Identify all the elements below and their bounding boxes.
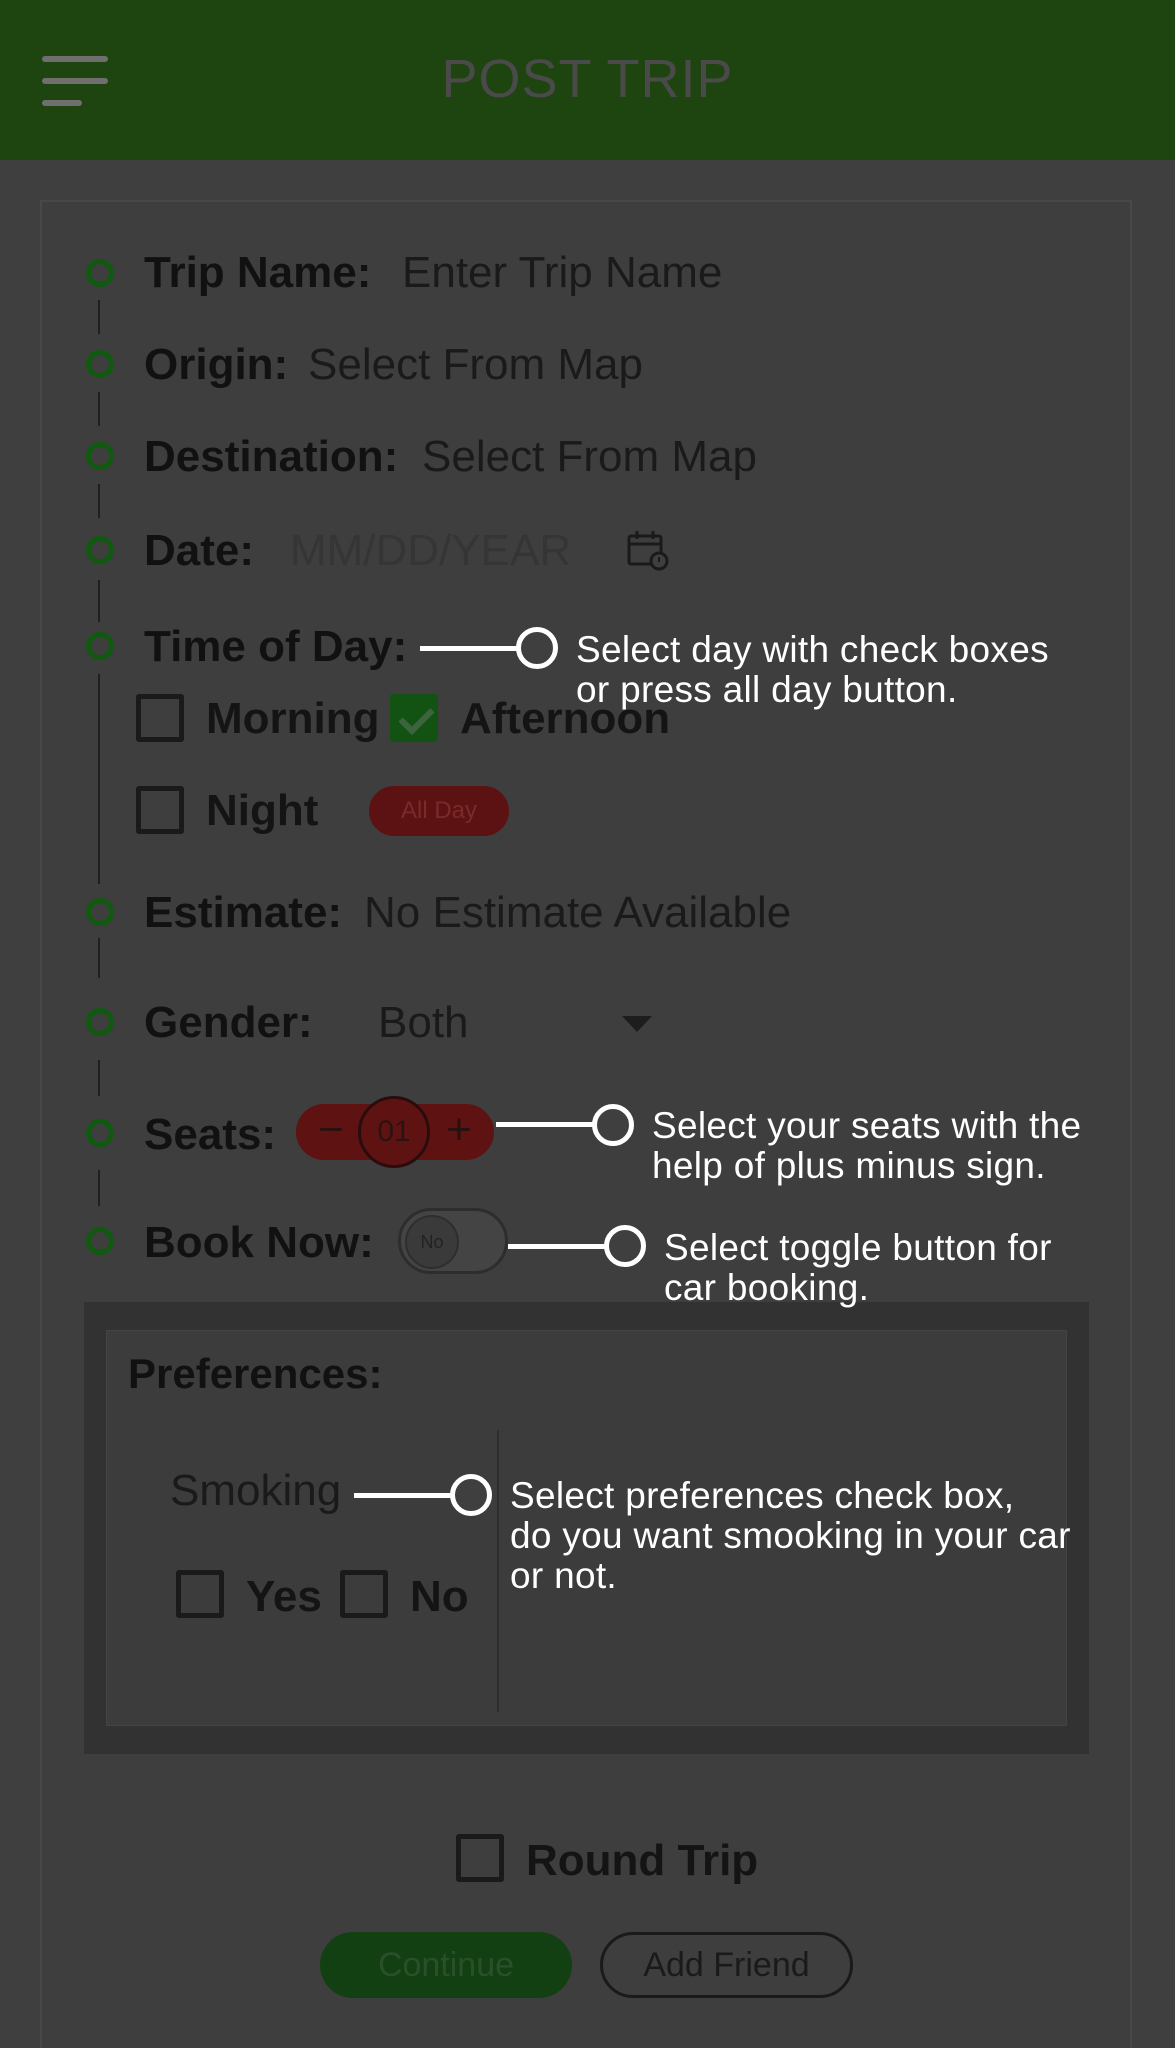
add-friend-button[interactable]: Add Friend [600, 1932, 853, 1998]
timeline-dot [86, 259, 114, 287]
timeline-dot [86, 350, 114, 378]
callout-line [420, 646, 520, 651]
smoking-no-checkbox[interactable] [340, 1570, 388, 1618]
timeline-dot [86, 1227, 114, 1255]
all-day-button[interactable]: All Day [369, 786, 509, 836]
timeline-connector [98, 392, 100, 426]
time-of-day-label: Time of Day: [144, 622, 408, 671]
timeline-connector [98, 938, 100, 978]
callout-marker [450, 1474, 492, 1516]
gender-select[interactable]: Both [378, 998, 469, 1048]
round-trip-checkbox[interactable] [456, 1834, 504, 1882]
preferences-divider [497, 1430, 499, 1712]
callout-seats: Select your seats with the help of plus … [652, 1105, 1082, 1186]
timeline-connector [98, 674, 100, 884]
smoking-no-label: No [410, 1572, 469, 1621]
estimate-value: No Estimate Available [364, 888, 792, 937]
callout-preferences: Select preferences check box, do you wan… [510, 1475, 1071, 1596]
morning-label: Morning [206, 694, 380, 743]
timeline-dot [86, 442, 114, 470]
smoking-yes-label: Yes [246, 1572, 322, 1621]
night-label: Night [206, 786, 319, 835]
continue-button[interactable]: Continue [320, 1932, 572, 1998]
timeline-connector [98, 1060, 100, 1096]
trip-name-label: Trip Name: [144, 248, 372, 297]
page-title: POST TRIP [441, 49, 734, 109]
seats-label: Seats: [144, 1110, 277, 1159]
trip-name-input[interactable]: Enter Trip Name [402, 248, 722, 298]
timeline-connector [98, 484, 100, 518]
origin-label: Origin: [144, 340, 289, 389]
smoking-yes-checkbox[interactable] [176, 1570, 224, 1618]
preferences-title: Preferences: [128, 1350, 383, 1397]
callout-line [496, 1122, 596, 1127]
morning-checkbox[interactable] [136, 694, 184, 742]
toggle-knob: No [405, 1215, 459, 1269]
chevron-down-icon[interactable] [622, 1016, 652, 1034]
callout-marker [604, 1225, 646, 1267]
timeline-dot [86, 1008, 114, 1036]
timeline-connector [98, 1170, 100, 1206]
seat-count: 01 [358, 1096, 430, 1168]
callout-time-of-day: Select day with check boxes or press all… [576, 629, 1049, 710]
seat-minus-button[interactable]: − [306, 1106, 356, 1156]
destination-select[interactable]: Select From Map [422, 432, 757, 482]
timeline-dot [86, 1119, 114, 1147]
night-checkbox[interactable] [136, 786, 184, 834]
callout-line [354, 1493, 456, 1498]
date-label: Date: [144, 526, 255, 575]
callout-marker [516, 627, 558, 669]
seats-stepper[interactable]: − 01 + [296, 1096, 494, 1168]
estimate-label: Estimate: [144, 888, 343, 937]
book-now-label: Book Now: [144, 1218, 374, 1267]
callout-marker [592, 1104, 634, 1146]
timeline-connector [98, 580, 100, 622]
calendar-icon[interactable] [626, 528, 670, 572]
timeline-dot [86, 898, 114, 926]
seat-plus-button[interactable]: + [434, 1106, 484, 1156]
timeline-connector [98, 300, 100, 334]
date-input[interactable]: MM/DD/YEAR [290, 526, 571, 576]
smoking-label: Smoking [170, 1466, 342, 1515]
callout-line [508, 1244, 608, 1249]
timeline-dot [86, 536, 114, 564]
timeline-dot [86, 632, 114, 660]
app-header: POST TRIP [0, 0, 1175, 160]
round-trip-label: Round Trip [526, 1836, 759, 1885]
book-now-toggle[interactable]: No [398, 1208, 508, 1274]
afternoon-checkbox[interactable] [390, 694, 438, 742]
origin-select[interactable]: Select From Map [308, 340, 643, 390]
callout-book-now: Select toggle button for car booking. [664, 1227, 1052, 1308]
gender-label: Gender: [144, 998, 313, 1047]
destination-label: Destination: [144, 432, 399, 481]
